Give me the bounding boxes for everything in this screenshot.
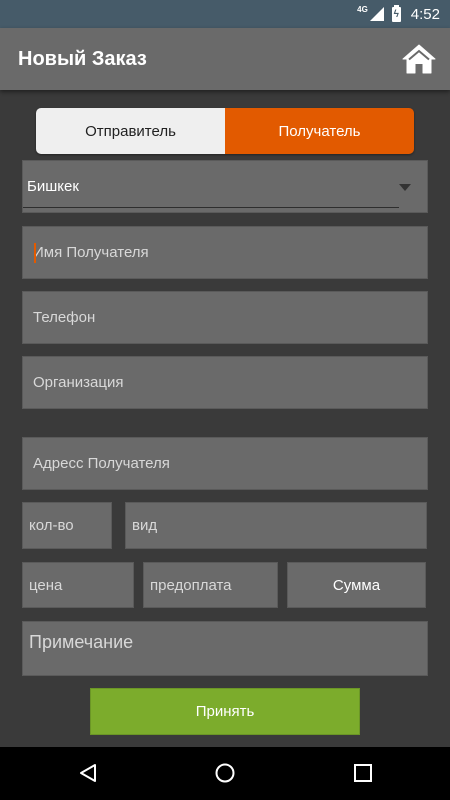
organization-field[interactable]: Организация	[22, 356, 428, 409]
city-dropdown-value: Бишкек	[27, 178, 79, 195]
app-bar: Новый Заказ	[0, 28, 450, 90]
nav-back-button[interactable]	[77, 762, 99, 784]
note-field[interactable]: Примечание	[22, 621, 428, 676]
accept-button[interactable]: Принять	[90, 688, 360, 735]
network-type-label: 4G	[357, 4, 368, 14]
recipient-name-field[interactable]: Имя Получателя	[22, 226, 428, 279]
page-title: Новый Заказ	[18, 48, 147, 70]
status-indicators: 4G ϟ 4:52	[357, 0, 440, 28]
recipient-address-placeholder: Адресс Получателя	[33, 455, 170, 472]
quantity-placeholder: кол-во	[29, 517, 74, 534]
home-icon	[402, 44, 436, 74]
type-placeholder: вид	[132, 517, 158, 534]
phone-placeholder: Телефон	[33, 309, 96, 326]
home-button[interactable]	[400, 40, 438, 78]
status-bar: 4G ϟ 4:52	[0, 0, 450, 28]
recipient-name-placeholder: Имя Получателя	[33, 244, 149, 261]
phone-field[interactable]: Телефон	[22, 291, 428, 344]
battery-charging-icon: ϟ	[391, 4, 401, 22]
dropdown-underline	[23, 207, 399, 208]
sender-recipient-toggle: Отправитель Получатель	[36, 108, 414, 154]
tab-recipient[interactable]: Получатель	[225, 108, 414, 154]
quantity-field[interactable]: кол-во	[22, 502, 112, 549]
city-dropdown[interactable]: Бишкек	[22, 160, 428, 213]
square-recents-icon	[354, 764, 372, 782]
prepayment-placeholder: предоплата	[150, 576, 232, 594]
prepayment-field[interactable]: предоплата	[143, 562, 278, 608]
text-cursor	[34, 243, 36, 263]
note-placeholder: Примечание	[29, 632, 134, 652]
system-nav-bar	[0, 747, 450, 800]
clock: 4:52	[410, 5, 440, 23]
price-field[interactable]: цена	[22, 562, 134, 608]
back-triangle-icon	[80, 764, 96, 782]
signal-icon	[369, 7, 384, 21]
type-field[interactable]: вид	[125, 502, 427, 549]
nav-home-button[interactable]	[214, 762, 236, 784]
nav-recents-button[interactable]	[352, 762, 374, 784]
sum-button[interactable]: Сумма	[287, 562, 426, 608]
price-placeholder: цена	[29, 576, 63, 594]
dropdown-arrow-icon	[399, 184, 411, 191]
circle-home-icon	[215, 763, 235, 783]
organization-placeholder: Организация	[33, 374, 124, 391]
recipient-address-field[interactable]: Адресс Получателя	[22, 437, 428, 490]
tab-sender[interactable]: Отправитель	[36, 108, 225, 154]
